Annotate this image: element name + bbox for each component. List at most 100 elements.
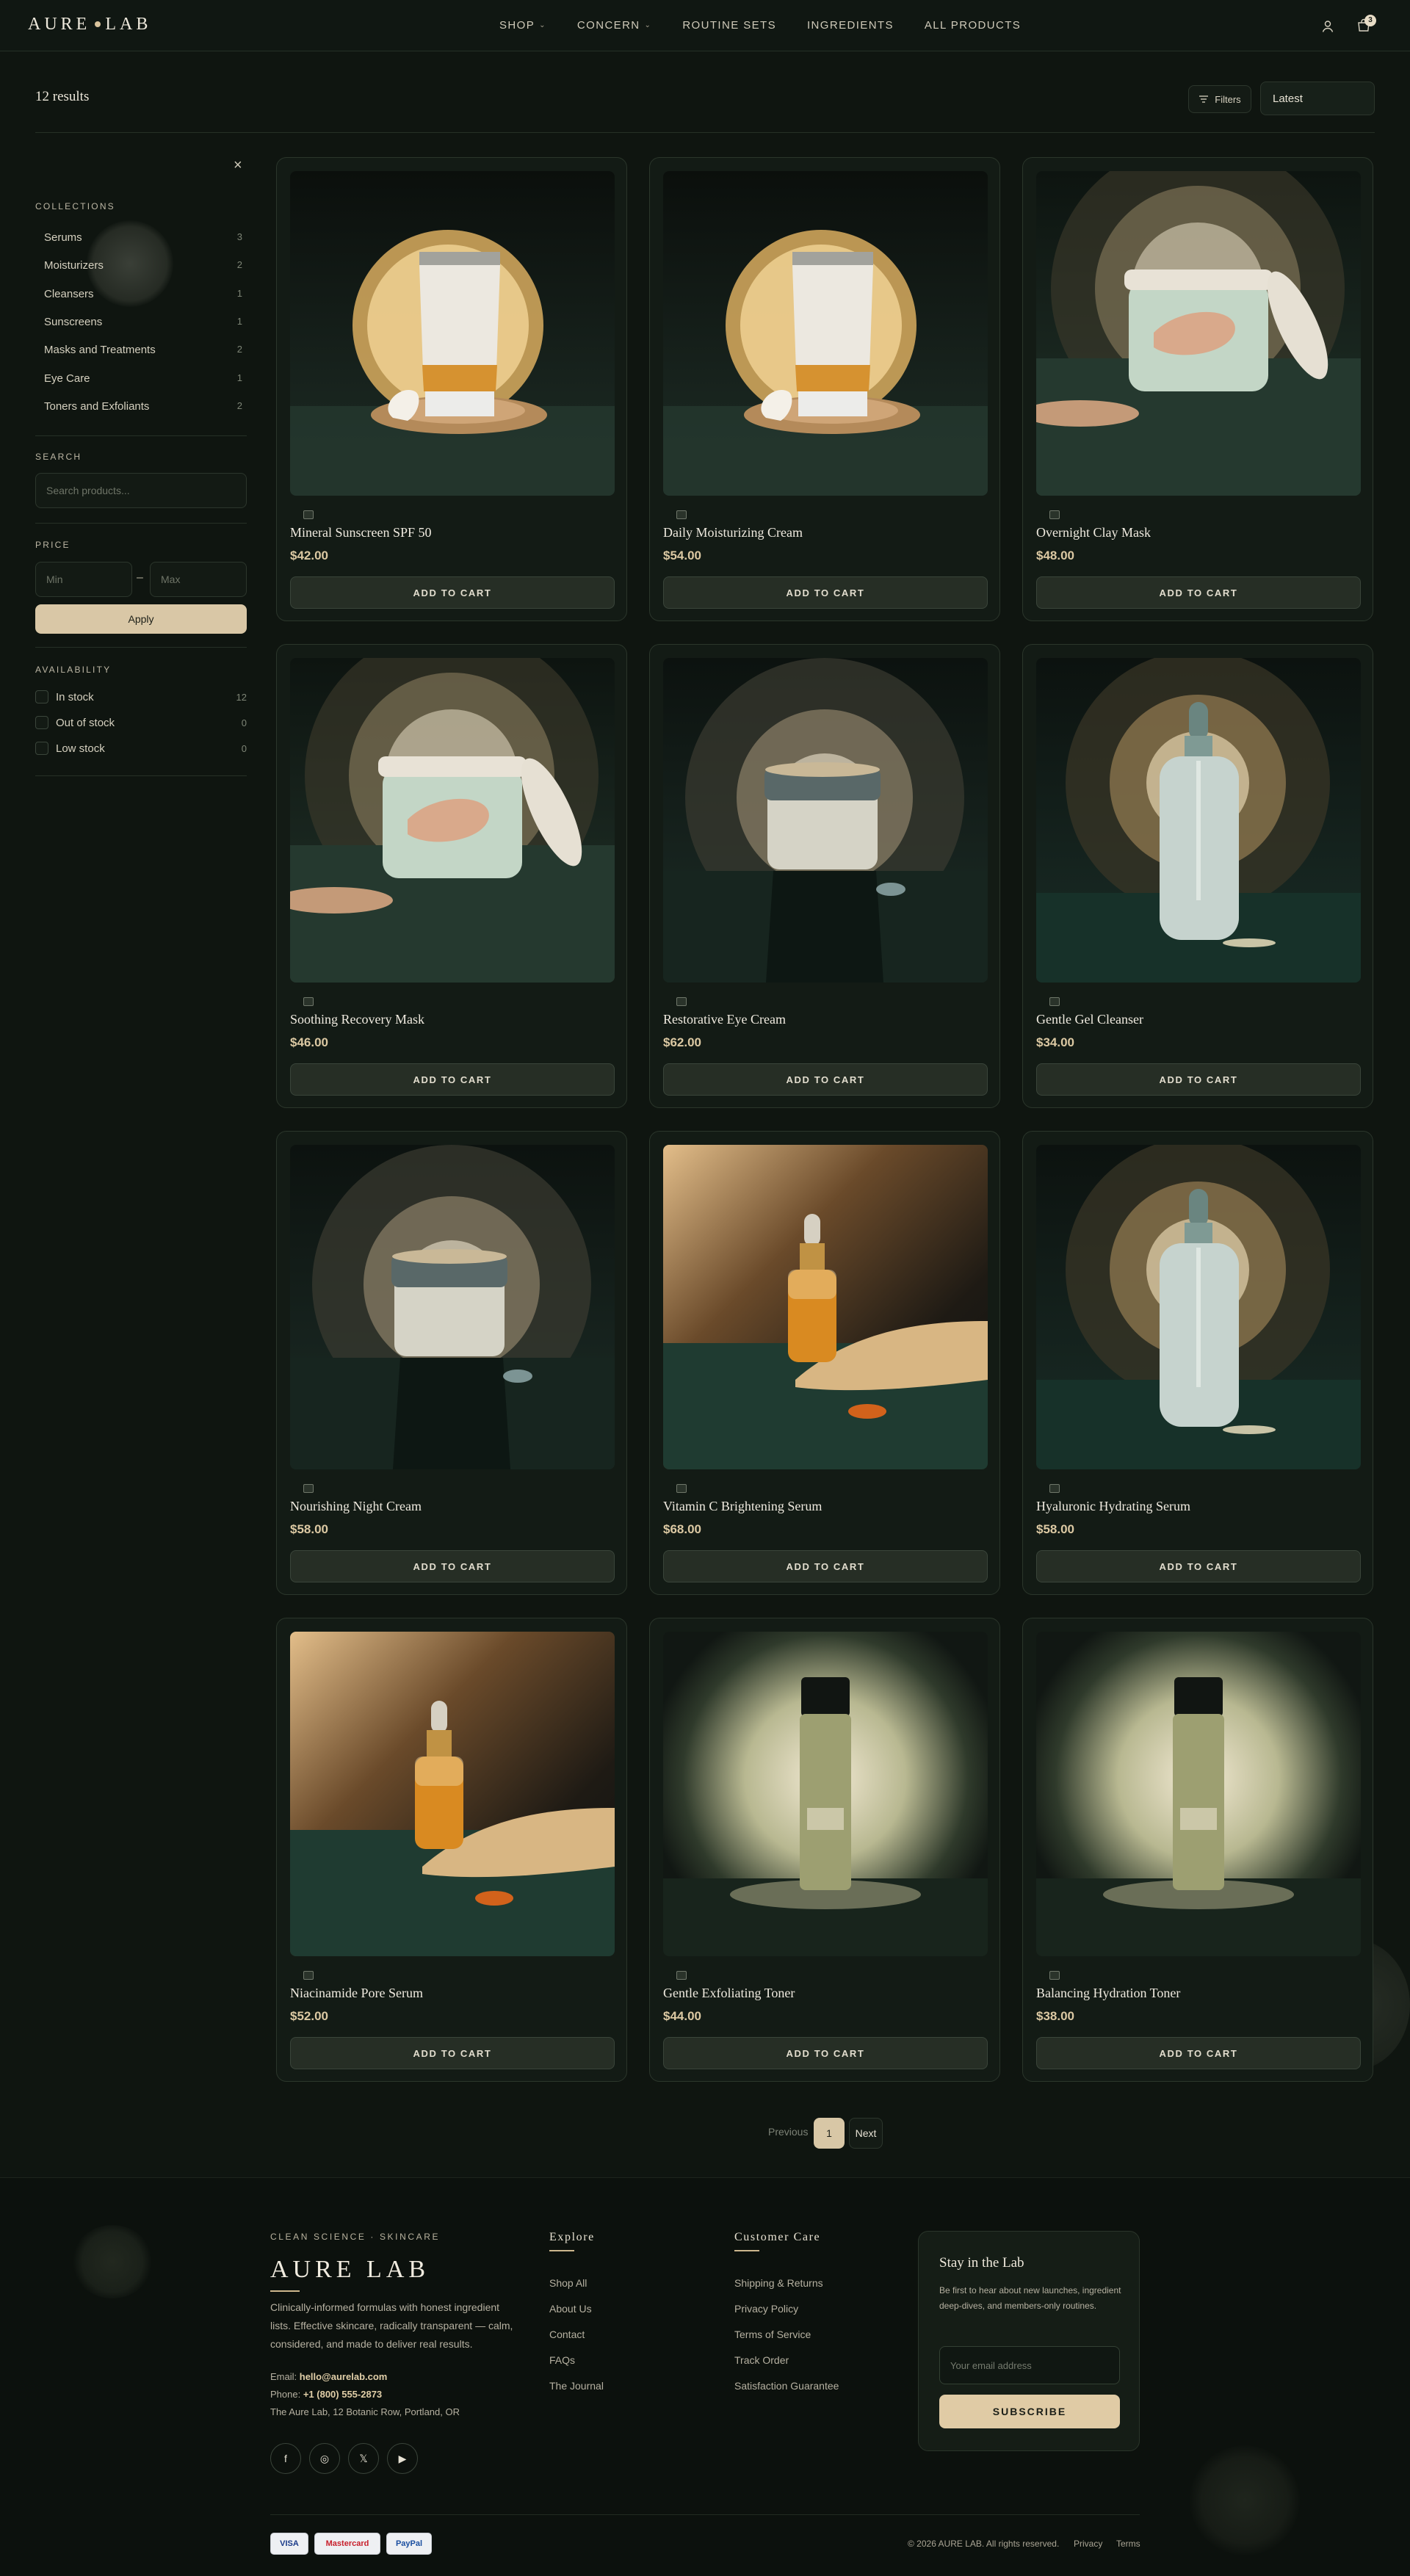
product-image[interactable]: [663, 171, 988, 496]
footer-link[interactable]: Satisfaction Guarantee: [734, 2380, 839, 2392]
add-to-cart-button[interactable]: ADD TO CART: [290, 1063, 615, 1096]
product-name[interactable]: Gentle Exfoliating Toner: [663, 1986, 795, 2001]
close-filters-icon[interactable]: ×: [234, 157, 242, 174]
product-image[interactable]: [1036, 1145, 1361, 1469]
pagination-page-current[interactable]: 1: [814, 2118, 845, 2149]
availability-option[interactable]: Low stock 0: [35, 742, 247, 755]
product-card[interactable]: Soothing Recovery Mask $46.00 ADD TO CART: [276, 644, 627, 1108]
footer-link[interactable]: The Journal: [549, 2380, 604, 2392]
product-name[interactable]: Hyaluronic Hydrating Serum: [1036, 1499, 1190, 1514]
product-card[interactable]: Hyaluronic Hydrating Serum $58.00 ADD TO C…: [1022, 1131, 1373, 1595]
product-image[interactable]: [1036, 1632, 1361, 1956]
checkbox[interactable]: [35, 690, 48, 703]
facebook-icon[interactable]: f: [270, 2443, 301, 2474]
product-card[interactable]: Balancing Hydration Toner $38.00 ADD TO CA…: [1022, 1618, 1373, 2082]
add-to-cart-button[interactable]: ADD TO CART: [1036, 2037, 1361, 2069]
add-to-cart-button[interactable]: ADD TO CART: [290, 576, 615, 609]
search-heading: SEARCH: [35, 452, 82, 462]
add-to-cart-button[interactable]: ADD TO CART: [290, 1550, 615, 1582]
product-card[interactable]: Nourishing Night Cream $58.00 ADD TO CART: [276, 1131, 627, 1595]
collection-item[interactable]: Serums 3: [44, 231, 242, 244]
product-card[interactable]: Overnight Clay Mask $48.00 ADD TO CART: [1022, 157, 1373, 621]
product-card[interactable]: Niacinamide Pore Serum $52.00 ADD TO CART: [276, 1618, 627, 2082]
add-to-cart-button[interactable]: ADD TO CART: [663, 1550, 988, 1582]
product-image[interactable]: [663, 658, 988, 983]
footer-link[interactable]: Privacy Policy: [734, 2303, 798, 2315]
collection-item[interactable]: Toners and Exfoliants 2: [44, 400, 242, 413]
footer-link[interactable]: About Us: [549, 2303, 592, 2315]
product-card[interactable]: Gentle Gel Cleanser $34.00 ADD TO CART: [1022, 644, 1373, 1108]
footer-link[interactable]: Terms of Service: [734, 2329, 811, 2340]
product-image[interactable]: [290, 658, 615, 983]
product-name[interactable]: Daily Moisturizing Cream: [663, 525, 803, 540]
pagination-previous[interactable]: Previous: [768, 2126, 808, 2138]
collection-item[interactable]: Sunscreens 1: [44, 316, 242, 328]
product-name[interactable]: Niacinamide Pore Serum: [290, 1986, 423, 2001]
x-icon[interactable]: 𝕏: [348, 2443, 379, 2474]
add-to-cart-button[interactable]: ADD TO CART: [290, 2037, 615, 2069]
product-image[interactable]: [1036, 658, 1361, 983]
add-to-cart-button[interactable]: ADD TO CART: [1036, 576, 1361, 609]
product-image[interactable]: [1036, 171, 1361, 496]
product-name[interactable]: Gentle Gel Cleanser: [1036, 1012, 1143, 1027]
search-input[interactable]: [35, 473, 247, 508]
price-max-input[interactable]: [150, 562, 247, 597]
add-to-cart-button[interactable]: ADD TO CART: [663, 1063, 988, 1096]
sort-select[interactable]: Latest: [1260, 82, 1375, 115]
terms-link[interactable]: Terms: [1116, 2539, 1140, 2549]
add-to-cart-button[interactable]: ADD TO CART: [1036, 1063, 1361, 1096]
product-card[interactable]: Gentle Exfoliating Toner $44.00 ADD TO CAR…: [649, 1618, 1000, 2082]
product-card[interactable]: Vitamin C Brightening Serum $68.00 ADD TO …: [649, 1131, 1000, 1595]
apply-price-button[interactable]: Apply: [35, 604, 247, 634]
footer-link[interactable]: Track Order: [734, 2354, 789, 2366]
product-name[interactable]: Overnight Clay Mask: [1036, 525, 1151, 540]
youtube-icon[interactable]: ▶: [387, 2443, 418, 2474]
product-image[interactable]: [663, 1145, 988, 1469]
product-name[interactable]: Restorative Eye Cream: [663, 1012, 786, 1027]
add-to-cart-button[interactable]: ADD TO CART: [663, 2037, 988, 2069]
filters-button[interactable]: Filters: [1188, 85, 1251, 113]
price-min-input[interactable]: [35, 562, 132, 597]
nav-item-routine-sets[interactable]: ROUTINE SETS: [682, 19, 776, 32]
add-to-cart-button[interactable]: ADD TO CART: [663, 576, 988, 609]
nav-item-shop[interactable]: SHOP ⌄: [499, 19, 546, 32]
payment-badge: VISA: [270, 2533, 308, 2555]
collection-item[interactable]: Eye Care 1: [44, 372, 242, 385]
footer-link[interactable]: Shipping & Returns: [734, 2277, 823, 2289]
add-to-cart-button[interactable]: ADD TO CART: [1036, 1550, 1361, 1582]
product-name[interactable]: Balancing Hydration Toner: [1036, 1986, 1180, 2001]
product-card[interactable]: Daily Moisturizing Cream $54.00 ADD TO CAR…: [649, 157, 1000, 621]
site-logo[interactable]: AURE LAB: [28, 15, 151, 35]
subscribe-button[interactable]: SUBSCRIBE: [939, 2395, 1120, 2428]
availability-option[interactable]: In stock 12: [35, 690, 247, 703]
product-image[interactable]: [290, 1145, 615, 1469]
availability-option[interactable]: Out of stock 0: [35, 716, 247, 729]
checkbox[interactable]: [35, 742, 48, 755]
footer-link[interactable]: Shop All: [549, 2277, 587, 2289]
footer-link[interactable]: FAQs: [549, 2354, 575, 2366]
phone-link[interactable]: +1 (800) 555-2873: [303, 2389, 382, 2400]
email-link[interactable]: hello@aurelab.com: [300, 2371, 388, 2382]
product-name[interactable]: Nourishing Night Cream: [290, 1499, 422, 1514]
collection-item[interactable]: Masks and Treatments 2: [44, 344, 242, 356]
nav-item-ingredients[interactable]: INGREDIENTS: [807, 19, 894, 32]
collection-item[interactable]: Cleansers 1: [44, 288, 242, 300]
nav-item-all-products[interactable]: ALL PRODUCTS: [925, 19, 1021, 32]
pagination-next[interactable]: Next: [849, 2118, 883, 2149]
footer-link[interactable]: Contact: [549, 2329, 585, 2340]
nav-item-concern[interactable]: CONCERN ⌄: [577, 19, 651, 32]
privacy-link[interactable]: Privacy: [1074, 2539, 1102, 2549]
newsletter-email-input[interactable]: [939, 2346, 1120, 2384]
product-name[interactable]: Mineral Sunscreen SPF 50: [290, 525, 432, 540]
product-name[interactable]: Vitamin C Brightening Serum: [663, 1499, 822, 1514]
product-image[interactable]: [663, 1632, 988, 1956]
product-image[interactable]: [290, 1632, 615, 1956]
product-image[interactable]: [290, 171, 615, 496]
user-icon[interactable]: [1320, 19, 1335, 34]
checkbox[interactable]: [35, 716, 48, 729]
instagram-icon[interactable]: ◎: [309, 2443, 340, 2474]
product-card[interactable]: Restorative Eye Cream $62.00 ADD TO CART: [649, 644, 1000, 1108]
collection-item[interactable]: Moisturizers 2: [44, 259, 242, 272]
product-card[interactable]: Mineral Sunscreen SPF 50 $42.00 ADD TO CAR…: [276, 157, 627, 621]
product-name[interactable]: Soothing Recovery Mask: [290, 1012, 424, 1027]
